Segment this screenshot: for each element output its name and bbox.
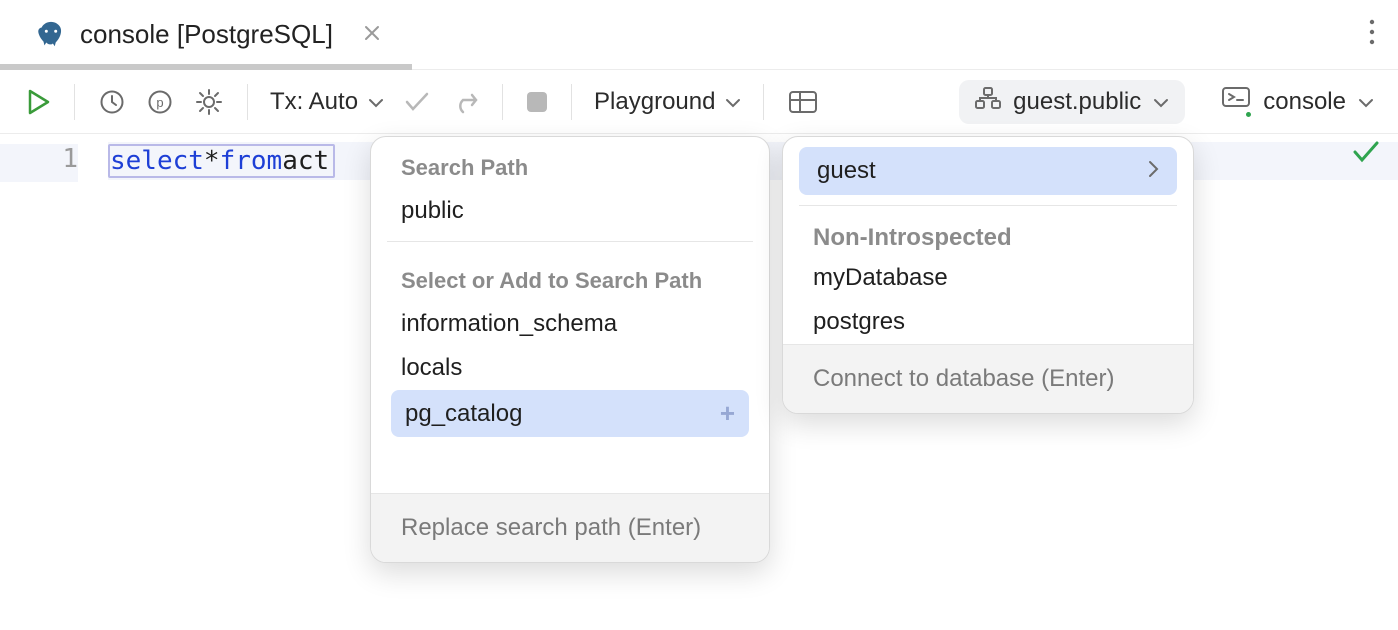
search-path-popup: Search Path public Select or Add to Sear… [370,136,770,563]
svg-text:p: p [156,95,163,110]
editor-toolbar: p Tx: Auto Playground [0,70,1398,134]
separator [74,84,75,120]
search-path-option[interactable]: locals [371,346,769,390]
database-name: guest [817,157,876,185]
search-path-option[interactable]: information_schema [371,302,769,346]
stop-button[interactable] [519,82,555,122]
popup-footer-hint: Connect to database (Enter) [783,344,1193,413]
tx-mode-dropdown[interactable]: Tx: Auto [264,82,390,122]
separator [247,84,248,120]
schema-selector[interactable]: guest.public [959,80,1185,124]
app-root: console [PostgreSQL] p Tx: Auto [0,0,1398,630]
tx-mode-label: Tx: Auto [270,88,358,116]
editor-tab[interactable]: console [PostgreSQL] [30,19,387,50]
close-tab-icon[interactable] [363,22,381,48]
database-option[interactable]: myDatabase [783,256,1193,300]
popup-footer-hint: Replace search path (Enter) [371,493,769,562]
postgres-elephant-icon [36,20,66,50]
table-view-icon[interactable] [780,82,826,122]
chevron-down-icon [725,88,741,116]
divider [387,241,753,242]
playground-dropdown[interactable]: Playground [588,82,747,122]
session-selector[interactable]: console [1215,82,1380,122]
section-heading: Search Path [371,137,769,189]
playground-label: Playground [594,88,715,116]
sql-keyword: from [220,146,283,176]
playground-circle-icon[interactable]: p [139,82,181,122]
search-path-option-selected[interactable]: pg_catalog + [391,390,749,437]
rollback-undo-icon[interactable] [444,82,486,122]
sql-keyword: select [110,146,204,176]
category-heading: Non-Introspected [783,214,1193,256]
separator [763,84,764,120]
option-label: pg_catalog [405,400,522,428]
tab-underline [0,64,412,70]
chevron-down-icon [1153,88,1169,116]
divider [799,205,1177,206]
database-option[interactable]: postgres [783,300,1193,344]
database-popup: guest Non-Introspected myDatabase postgr… [782,136,1194,414]
section-heading: Select or Add to Search Path [371,250,769,302]
database-option-selected[interactable]: guest [799,147,1177,195]
commit-check-icon[interactable] [396,82,438,122]
chevron-right-icon [1147,157,1159,185]
more-menu-icon[interactable] [1362,12,1382,57]
line-gutter: 1 [0,134,108,630]
settings-gear-icon[interactable] [187,82,231,122]
stop-square-icon [527,92,547,112]
separator [502,84,503,120]
schema-label: guest.public [1013,88,1141,116]
schema-icon [975,87,1001,116]
tab-title: console [PostgreSQL] [80,19,333,50]
session-label: console [1263,88,1346,116]
inspection-ok-icon[interactable] [1352,140,1380,171]
sql-statement: select * from act [108,144,335,178]
chevron-down-icon [368,88,384,116]
history-icon[interactable] [91,82,133,122]
console-icon [1221,86,1251,117]
line-number: 1 [0,144,78,182]
add-plus-icon[interactable]: + [720,398,735,429]
separator [571,84,572,120]
popup-spacer [371,437,769,493]
chevron-down-icon [1358,88,1374,116]
run-button[interactable] [18,82,58,122]
search-path-current[interactable]: public [371,189,769,233]
tab-bar: console [PostgreSQL] [0,0,1398,70]
